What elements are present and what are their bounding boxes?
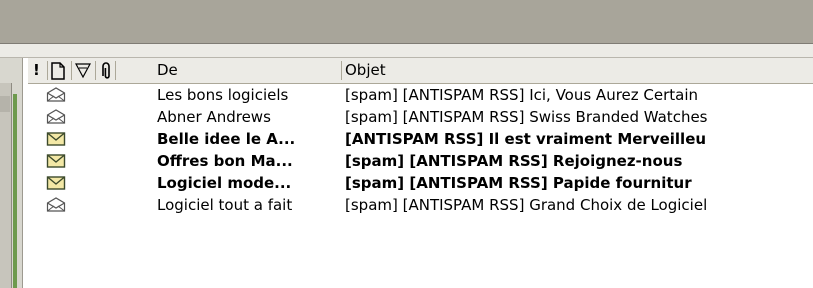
message-from: Offres bon Ma... [157, 152, 293, 170]
toolbar-band [0, 44, 813, 57]
folder-pane-scrollbar[interactable] [0, 83, 12, 288]
message-list[interactable]: ! De Objet Les bons logiciels[spam] [AN [28, 58, 813, 288]
message-from: Abner Andrews [157, 108, 271, 126]
message-row[interactable]: Abner Andrews [spam] [ANTISPAM RSS] Swiss… [28, 106, 813, 128]
message-row[interactable]: Logiciel tout a fait [spam] [ANTISPAM RSS… [28, 194, 813, 216]
column-separator[interactable] [47, 61, 48, 80]
column-separator[interactable] [341, 61, 342, 80]
column-attachment[interactable] [100, 58, 114, 83]
message-subject: [spam] [ANTISPAM RSS] Swiss Branded Watc… [345, 108, 708, 126]
window-titlebar [0, 0, 813, 43]
paperclip-icon [102, 62, 110, 79]
column-separator[interactable] [115, 61, 116, 80]
filter-flag-icon [75, 63, 91, 79]
priority-icon: ! [33, 61, 40, 79]
column-flag[interactable] [75, 58, 91, 83]
column-from[interactable]: De [157, 58, 337, 83]
envelope-closed-icon [46, 176, 66, 190]
column-priority[interactable]: ! [33, 58, 45, 83]
column-separator[interactable] [71, 61, 72, 80]
message-subject: [ANTISPAM RSS] Il est vraiment Merveille… [345, 130, 707, 148]
envelope-closed-icon [46, 132, 66, 146]
message-from: Logiciel mode... [157, 174, 292, 192]
envelope-open-icon [46, 87, 66, 102]
message-row[interactable]: Les bons logiciels [spam] [ANTISPAM RSS] … [28, 84, 813, 106]
message-from: Logiciel tout a fait [157, 196, 293, 214]
folder-pane-border [13, 94, 17, 288]
envelope-open-icon [46, 109, 66, 124]
message-subject: [spam] [ANTISPAM RSS] Papide fournitur [345, 174, 692, 192]
message-row[interactable]: Offres bon Ma... [spam] [ANTISPAM RSS] Re… [28, 150, 813, 172]
message-row[interactable]: Belle idee le A... [ANTISPAM RSS] Il est … [28, 128, 813, 150]
envelope-open-icon [46, 197, 66, 212]
message-subject: [spam] [ANTISPAM RSS] Ici, Vous Aurez Ce… [345, 86, 699, 104]
folder-pane-scroll-thumb[interactable] [0, 96, 10, 112]
folder-pane[interactable] [0, 58, 23, 288]
message-from: Les bons logiciels [157, 86, 289, 104]
envelope-closed-icon [46, 154, 66, 168]
column-separator[interactable] [95, 61, 96, 80]
column-attachment-type[interactable] [51, 58, 67, 83]
message-subject: [spam] [ANTISPAM RSS] Rejoignez-nous [345, 152, 683, 170]
message-row[interactable]: Logiciel mode... [spam] [ANTISPAM RSS] Pa… [28, 172, 813, 194]
message-from: Belle idee le A... [157, 130, 296, 148]
message-subject: [spam] [ANTISPAM RSS] Grand Choix de Log… [345, 196, 708, 214]
column-header-bar: ! De Objet [28, 58, 813, 84]
column-subject[interactable]: Objet [345, 58, 805, 83]
document-icon [51, 62, 65, 80]
